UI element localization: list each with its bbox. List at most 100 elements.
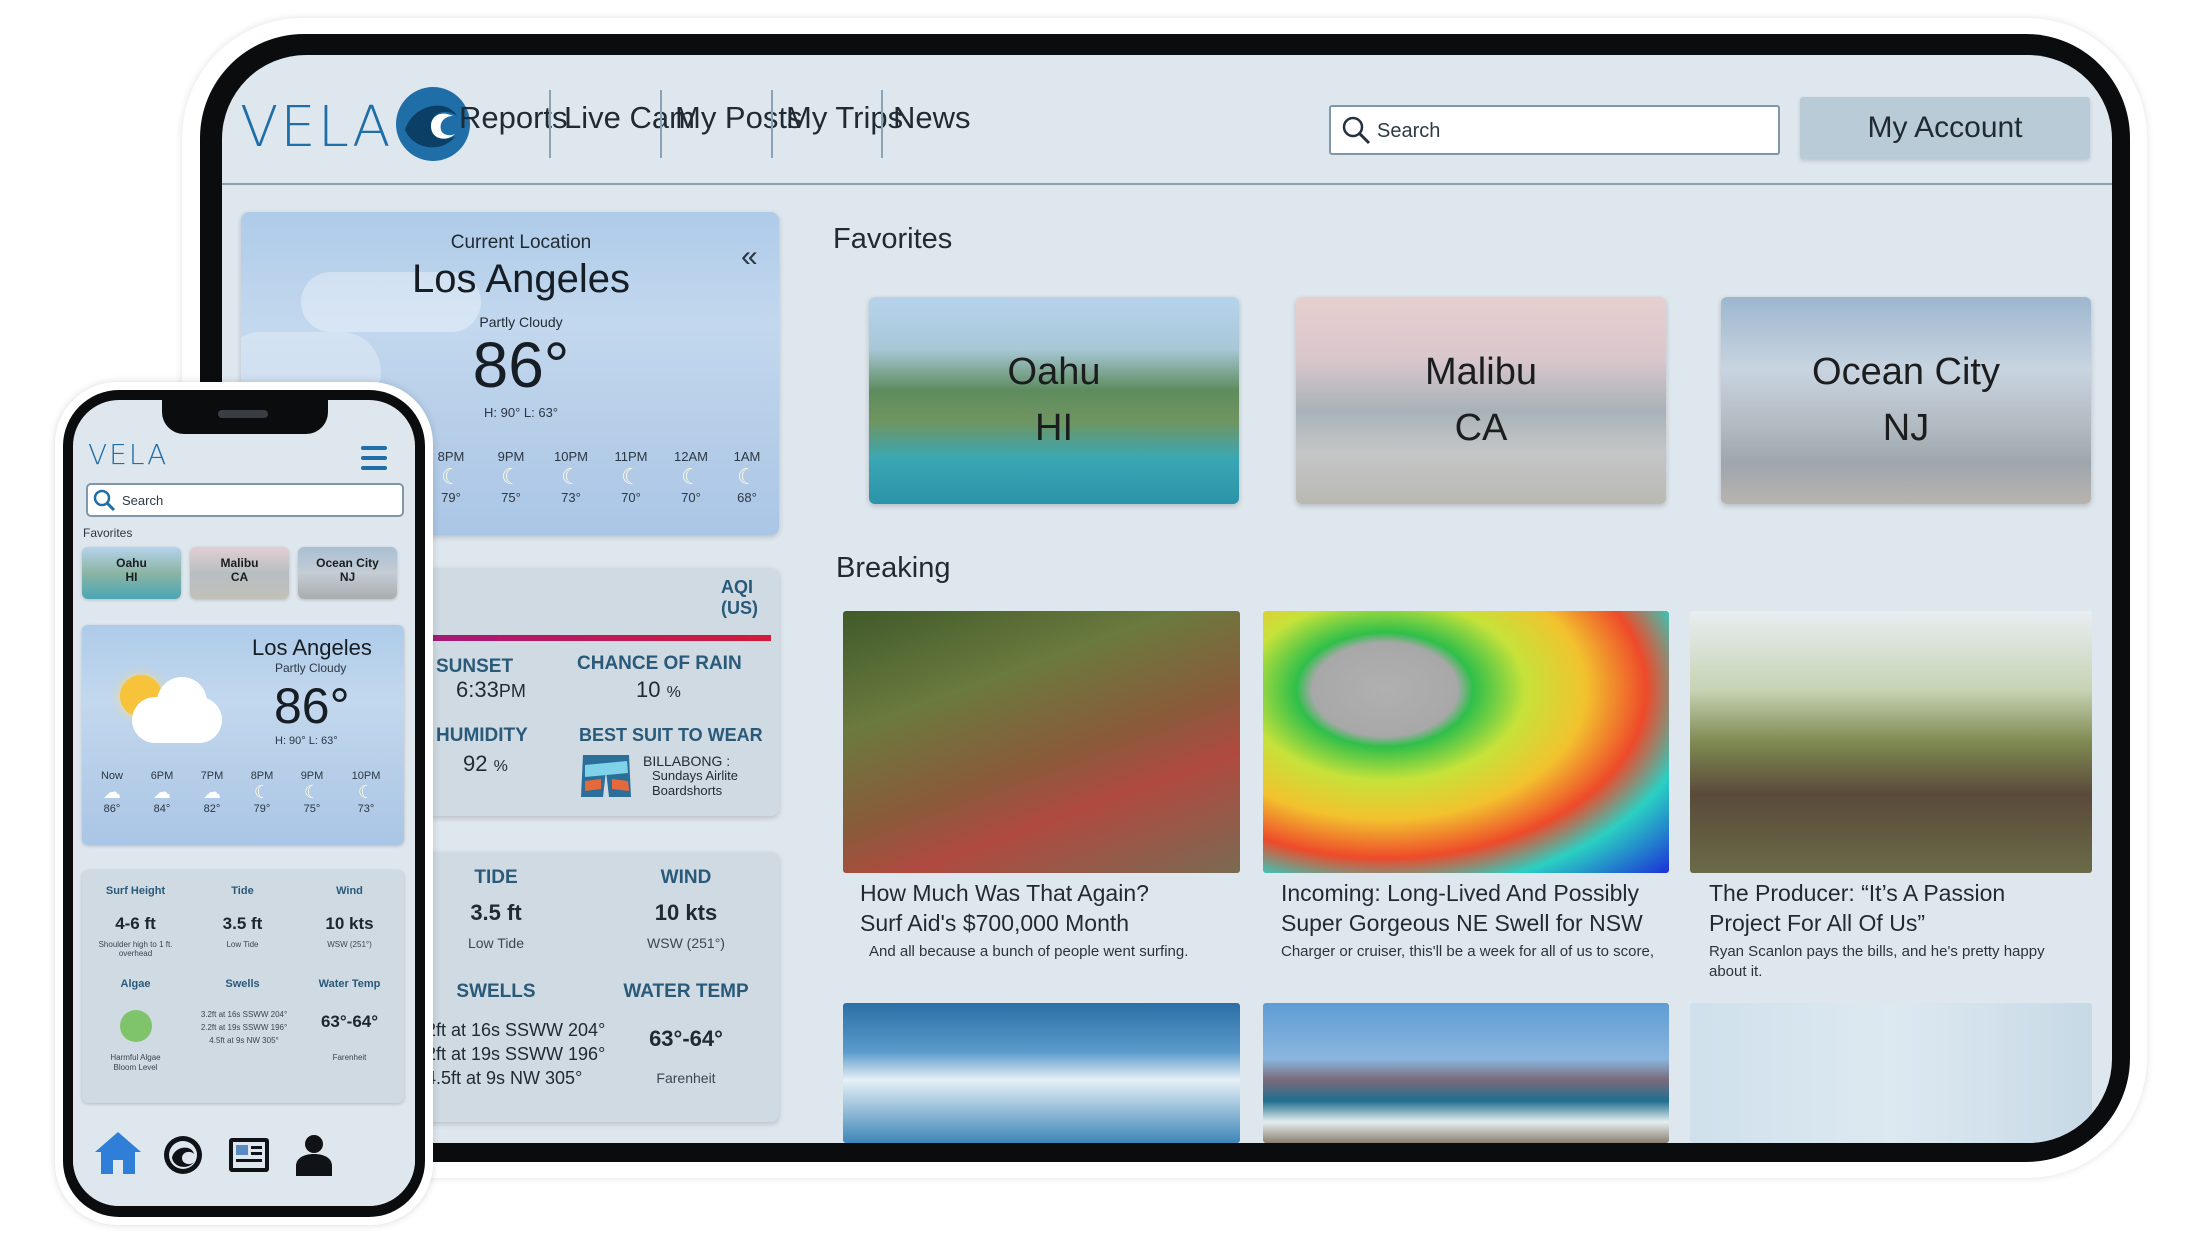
- phone-hour-label: 6PM: [150, 770, 174, 782]
- phone-search-input[interactable]: Search: [86, 483, 404, 517]
- water-temp-label: WATER TEMP: [623, 981, 749, 1002]
- hour-label: 12AM: [674, 449, 708, 464]
- hour-temp: 70°: [621, 490, 641, 505]
- news-image-beach[interactable]: [1263, 1003, 1669, 1143]
- collapse-icon[interactable]: «: [741, 240, 758, 274]
- news-title-line[interactable]: Project For All Of Us”: [1709, 908, 1925, 938]
- news-image-swell-map[interactable]: [1263, 611, 1669, 873]
- swell-line: 2ft at 16s SSWW 204°: [426, 1020, 606, 1040]
- nav-my-trips[interactable]: My Trips: [786, 100, 903, 136]
- aqi-label: AQI (US): [721, 577, 758, 618]
- tablet-screen: VELA Reports Live Cam My Posts My Trips …: [222, 55, 2112, 1143]
- phone-favorite-oahu[interactable]: Oahu HI: [82, 547, 181, 599]
- moon-icon: ☾: [501, 464, 521, 489]
- sunset-label: SUNSET: [436, 656, 514, 677]
- suit-label: BEST SUIT TO WEAR: [579, 725, 763, 745]
- moon-icon: ☾: [253, 782, 271, 802]
- news-title-line[interactable]: Super Gorgeous NE Swell for NSW: [1281, 908, 1643, 938]
- current-location-label: Current Location: [450, 232, 592, 253]
- favorite-line1: Oahu: [1007, 351, 1101, 393]
- algae-label: Algae: [120, 978, 151, 990]
- news-title-line[interactable]: Incoming: Long-Lived And Possibly: [1281, 878, 1639, 908]
- swells-label: SWELLS: [456, 981, 536, 1002]
- nav-divider: [660, 90, 662, 158]
- wind-sub: WSW (251°): [327, 940, 372, 949]
- news-image-surfer[interactable]: [843, 1003, 1240, 1143]
- news-title-line[interactable]: How Much Was That Again?: [860, 878, 1149, 908]
- hourly-forecast: 8PM ☾ 79° 9PM ☾ 75° 10PM ☾ 73° 11PM ☾ 70° 12AM ☾ 7…: [421, 449, 771, 529]
- favorite-malibu[interactable]: Malibu CA: [1296, 297, 1666, 504]
- phone-hour-temp: 75°: [303, 803, 321, 815]
- favorite-line1: Malibu: [1425, 351, 1537, 393]
- hour-temp: 70°: [681, 490, 701, 505]
- phone-favorites-label: Favorites: [83, 526, 133, 540]
- hour-temp: 73°: [561, 490, 581, 505]
- favorite-line1: Ocean City: [316, 556, 379, 570]
- phone-temperature: 86°: [274, 678, 350, 734]
- algae-sub: Bloom Level: [113, 1063, 158, 1072]
- phone-hour-label: 9PM: [300, 770, 324, 782]
- breaking-heading: Breaking: [836, 552, 951, 584]
- favorite-oahu[interactable]: Oahu HI: [869, 297, 1239, 504]
- tide-label: Tide: [231, 885, 254, 897]
- moon-icon: ☾: [561, 464, 581, 489]
- partly-cloudy-icon: ☁: [153, 782, 171, 802]
- nav-divider: [549, 90, 551, 158]
- favorite-line1: Ocean City: [1812, 351, 2000, 393]
- search-placeholder: Search: [1377, 120, 1441, 142]
- news-title-line[interactable]: The Producer: “It’s A Passion: [1709, 878, 2005, 908]
- favorite-line2: CA: [1454, 407, 1508, 449]
- my-account-button[interactable]: My Account: [1800, 97, 2090, 159]
- news-icon[interactable]: [227, 1136, 271, 1174]
- phone-speaker: [218, 410, 268, 418]
- water-temp-value: 63°-64°: [649, 1026, 723, 1051]
- news-image-producer[interactable]: [1690, 611, 2092, 873]
- phone-hour-label: 7PM: [200, 770, 224, 782]
- sunset-value: 6:33PM: [456, 677, 526, 702]
- nav-my-posts[interactable]: My Posts: [675, 100, 802, 136]
- news-image-surfboard[interactable]: [1690, 1003, 2092, 1143]
- wind-label: Wind: [336, 885, 363, 897]
- hour-label: 11PM: [614, 449, 648, 464]
- nav-reports[interactable]: Reports: [459, 100, 568, 136]
- phone-condition: Partly Cloudy: [275, 661, 347, 675]
- suit-model-type: Boardshorts: [652, 783, 723, 798]
- moon-icon: ☾: [357, 782, 375, 802]
- vela-icon[interactable]: [162, 1134, 204, 1176]
- wind-value: 10 kts: [325, 914, 374, 933]
- phone-hour-temp: 86°: [103, 803, 121, 815]
- rain-value: 10 %: [636, 677, 681, 702]
- swell-line: 2ft at 19s SSWW 196°: [426, 1044, 606, 1064]
- phone-surf-card: Surf Height 4-6 ft Shoulder high to 1 ft…: [82, 870, 404, 1103]
- humidity-label: HUMIDITY: [436, 725, 528, 746]
- surf-height-sub: Shoulder high to 1 ft. overhead: [98, 940, 173, 958]
- favorite-line2: NJ: [1882, 407, 1930, 449]
- brand-logo-text[interactable]: VELA: [240, 95, 392, 160]
- wind-label: WIND: [660, 867, 712, 888]
- favorite-ocean-city[interactable]: Ocean City NJ: [1721, 297, 2091, 504]
- rain-label: CHANCE OF RAIN: [577, 653, 742, 674]
- hamburger-menu-icon[interactable]: [361, 446, 387, 470]
- account-icon[interactable]: [294, 1132, 334, 1178]
- search-input[interactable]: Search: [1329, 105, 1780, 155]
- news-subtitle: And all because a bunch of people went s…: [869, 943, 1189, 960]
- news-image-surfaid[interactable]: [843, 611, 1240, 873]
- phone-favorite-ocean-city[interactable]: Ocean City NJ: [298, 547, 397, 599]
- nav-news[interactable]: News: [893, 100, 971, 136]
- phone-hour-temp: 73°: [357, 803, 375, 815]
- home-icon[interactable]: [93, 1130, 143, 1176]
- moon-icon: ☾: [303, 782, 321, 802]
- phone-weather-card: Los Angeles Partly Cloudy 86° H: 90° L: …: [82, 625, 404, 845]
- nav-divider: [881, 90, 883, 158]
- phone-brand-logo[interactable]: VELA: [88, 438, 168, 471]
- news-subtitle: about it.: [1709, 963, 1763, 980]
- phone-high-low: H: 90° L: 63°: [275, 735, 338, 747]
- phone-search-placeholder: Search: [122, 493, 164, 508]
- phone-hour-temp: 84°: [153, 803, 171, 815]
- favorite-line1: Malibu: [220, 556, 259, 570]
- phone-favorite-malibu[interactable]: Malibu CA: [190, 547, 289, 599]
- news-title-line[interactable]: Surf Aid's $700,000 Month: [860, 908, 1129, 938]
- tide-sub: Low Tide: [467, 935, 525, 951]
- water-temp-sub: Farenheit: [332, 1053, 367, 1062]
- suit-model: Sundays Airlite: [652, 768, 738, 783]
